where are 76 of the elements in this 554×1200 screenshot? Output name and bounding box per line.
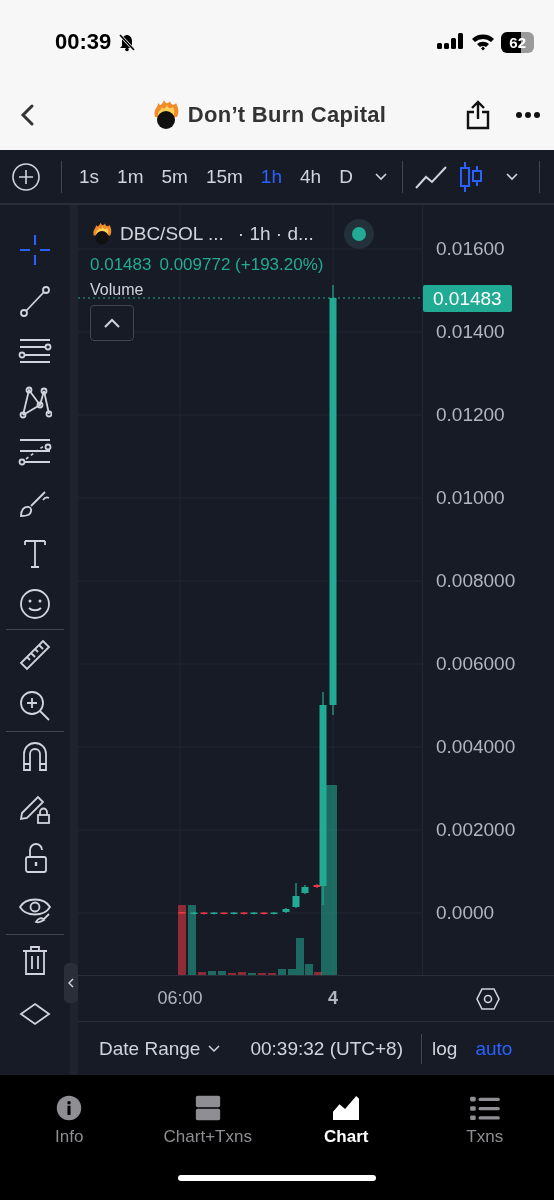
candle (282, 907, 290, 914)
candle (220, 911, 228, 916)
price-label: 0.008000 (436, 570, 516, 592)
collapse-legend-button[interactable] (90, 305, 134, 341)
nav-tab[interactable]: Txns (415, 1075, 554, 1147)
interval-tab[interactable]: 1s (70, 165, 109, 188)
time-label: 4 (328, 988, 338, 1009)
volume-bar (188, 905, 196, 975)
price-label: 0.002000 (436, 819, 516, 841)
status-time: 00:39 (55, 29, 112, 55)
candle (200, 911, 208, 916)
interval-label: · 1h · d... (237, 223, 314, 245)
volume-label: Volume (90, 281, 144, 299)
interval-tab[interactable]: 1h (251, 165, 291, 188)
nav-tab[interactable]: Chart+Txns (138, 1075, 277, 1147)
current-price-tag: 0.01483 (423, 285, 512, 312)
candle (178, 911, 186, 915)
chevron-down-icon[interactable] (504, 172, 519, 181)
auto-toggle[interactable]: auto (475, 1037, 513, 1060)
candle (270, 911, 278, 916)
page-title: Don’t Burn Capital (187, 102, 387, 128)
chevron-down-icon (208, 1044, 221, 1053)
list-icon (467, 1095, 502, 1121)
volume-bar (238, 972, 246, 975)
bell-slash-icon (117, 32, 138, 52)
candle (230, 911, 238, 916)
price-label: 0.01600 (436, 238, 505, 260)
chevron-up-icon (104, 318, 120, 328)
area-chart-icon (331, 1095, 362, 1121)
candle (210, 911, 218, 916)
more-icon[interactable] (516, 111, 540, 119)
volume-bar (278, 969, 286, 975)
candle (240, 911, 248, 916)
zoom-in-icon[interactable] (18, 688, 52, 723)
interval-tab[interactable]: 5m (152, 165, 197, 188)
price-label: 0.004000 (436, 736, 516, 758)
volume-bar (218, 971, 226, 975)
chevron-down-icon[interactable] (373, 172, 388, 181)
price-label: 0.006000 (436, 653, 516, 675)
last-price: 0.01483 (90, 255, 152, 275)
crosshair-icon[interactable] (18, 233, 52, 268)
price-label: 0.0000 (436, 902, 495, 924)
interval-tab[interactable]: 1m (108, 165, 153, 188)
smiley-icon[interactable] (18, 586, 52, 621)
date-range-button[interactable]: Date Range (99, 1037, 221, 1060)
time-label: 06:00 (157, 988, 203, 1009)
candle (250, 911, 258, 916)
signal-icon (437, 33, 466, 51)
volume-bar (208, 971, 216, 975)
interval-tab[interactable]: D (330, 165, 362, 188)
trend-line-icon[interactable] (18, 283, 52, 318)
candlestick-icon[interactable] (458, 160, 483, 193)
volume-bar (198, 972, 206, 975)
price-label: 0.01200 (436, 404, 505, 426)
wifi-icon (471, 33, 496, 51)
share-icon[interactable] (466, 100, 490, 130)
price-label: 0.01000 (436, 487, 505, 509)
price-change: 0.009772 (+193.20%) (159, 255, 324, 275)
interval-tab[interactable]: 4h (291, 165, 331, 188)
pattern-nodes-icon[interactable] (18, 384, 52, 419)
symbol-label: DBC/SOL ... (120, 223, 224, 245)
log-toggle[interactable]: log (432, 1037, 458, 1060)
interval-tab[interactable]: 15m (196, 165, 252, 188)
ruler-icon[interactable] (18, 638, 52, 673)
chevron-left-icon (68, 978, 74, 988)
candle (190, 911, 198, 916)
nav-tab[interactable]: Info (0, 1075, 139, 1147)
settings-icon[interactable] (476, 987, 500, 1011)
nav-tab[interactable]: Chart (277, 1075, 416, 1147)
add-icon[interactable] (11, 161, 41, 192)
candle (260, 911, 268, 916)
status-dot-icon (351, 227, 366, 241)
clock-time: 00:39:32 (UTC+8) (250, 1037, 403, 1060)
price-label: 0.01400 (436, 321, 505, 343)
collapse-toolbar-button[interactable] (64, 963, 78, 1003)
volume-bar (178, 905, 186, 975)
